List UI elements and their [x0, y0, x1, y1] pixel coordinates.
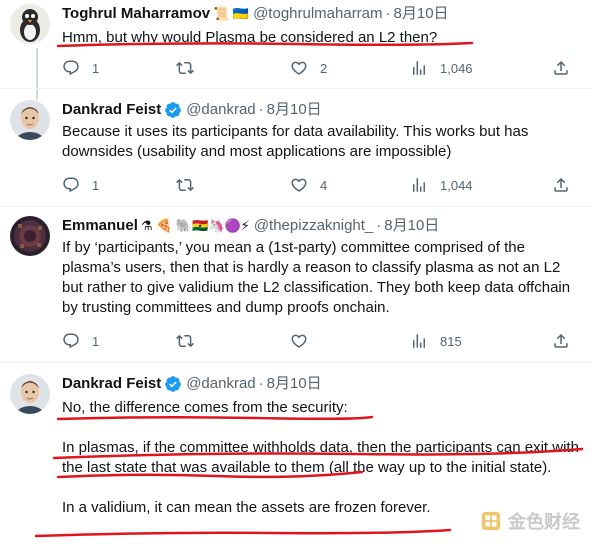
author-name[interactable]: Emmanuel: [62, 216, 138, 236]
like-button[interactable]: 4: [290, 176, 327, 194]
divider: [0, 206, 592, 207]
tweet-2-actions: 1 4 1,044: [62, 175, 582, 195]
tweet-header: Dankrad Feist @dankrad · 8月10日: [62, 100, 584, 120]
verified-badge-icon: [165, 102, 182, 118]
tweet-3-actions: 1 815: [62, 331, 582, 351]
tweet-text-line-1: No, the difference comes from the securi…: [62, 399, 348, 416]
views-button[interactable]: 1,046: [410, 59, 473, 77]
view-count: 815: [440, 333, 462, 349]
tweet-date[interactable]: 8月10日: [267, 374, 322, 394]
avatar-portrait-icon: [10, 100, 50, 140]
tweet-1-actions: 1 2 1,046: [62, 58, 582, 78]
tweet-text: Hmm, but why would Plasma be considered …: [62, 29, 438, 46]
author-name[interactable]: Toghrul Maharramov: [62, 4, 210, 24]
avatar[interactable]: [10, 216, 50, 256]
avatar-portrait-icon: [10, 374, 50, 414]
tweet-date[interactable]: 8月10日: [384, 216, 439, 236]
divider: [0, 88, 592, 89]
view-count: 1,044: [440, 177, 473, 193]
avatar[interactable]: [10, 4, 50, 44]
watermark: 金色财经: [480, 508, 580, 534]
retweet-icon: [176, 334, 194, 348]
tweet-header: Toghrul Maharramov 📜 🇺🇦 @toghrulmaharram…: [62, 4, 584, 24]
view-count: 1,046: [440, 60, 473, 76]
like-button[interactable]: 2: [290, 59, 327, 77]
views-button[interactable]: 815: [410, 332, 462, 350]
author-badges: 📜 🇺🇦: [213, 6, 250, 21]
reply-count: 1: [92, 177, 100, 193]
views-button[interactable]: 1,044: [410, 176, 473, 194]
reply-button[interactable]: 1: [62, 332, 99, 350]
reply-count: 1: [92, 60, 100, 76]
reply-icon: [63, 60, 79, 76]
retweet-button[interactable]: [176, 176, 194, 194]
share-button[interactable]: [552, 176, 570, 194]
watermark-logo-icon: [481, 511, 501, 531]
avatar[interactable]: [10, 374, 50, 414]
retweet-icon: [176, 61, 194, 75]
reply-button[interactable]: 1: [62, 59, 99, 77]
separator-dot: ·: [258, 375, 264, 392]
reply-button[interactable]: 1: [62, 176, 99, 194]
reply-icon: [63, 177, 79, 193]
views-chart-icon: [413, 61, 425, 75]
separator-dot: ·: [385, 5, 391, 22]
retweet-button[interactable]: [176, 332, 194, 350]
tweet-date[interactable]: 8月10日: [267, 100, 322, 120]
reply-count: 1: [92, 333, 100, 349]
author-badges: ⚗ 🍕 🐘🇬🇭🦄🟣⚡: [140, 218, 250, 233]
retweet-button[interactable]: [176, 59, 194, 77]
tweet-header: Emmanuel ⚗ 🍕 🐘🇬🇭🦄🟣⚡ @thepizzaknight_ · 8…: [62, 216, 584, 236]
author-handle[interactable]: @toghrulmaharram: [253, 4, 382, 24]
like-count: 2: [320, 60, 328, 76]
author-name[interactable]: Dankrad Feist: [62, 100, 161, 120]
views-chart-icon: [413, 178, 425, 192]
like-count: 4: [320, 177, 328, 193]
retweet-icon: [176, 178, 194, 192]
reply-icon: [63, 333, 79, 349]
author-name[interactable]: Dankrad Feist: [62, 374, 161, 394]
share-button[interactable]: [552, 332, 570, 350]
author-handle[interactable]: @dankrad: [186, 100, 255, 120]
share-icon: [554, 333, 568, 348]
views-chart-icon: [413, 334, 425, 348]
share-icon: [554, 60, 568, 75]
heart-icon: [291, 178, 307, 192]
share-button[interactable]: [552, 59, 570, 77]
like-button[interactable]: [290, 332, 308, 350]
separator-dot: ·: [376, 217, 382, 234]
heart-icon: [291, 61, 307, 75]
tweet-text-paragraph-2: In plasmas, if the committee withholds d…: [62, 439, 584, 476]
separator-dot: ·: [258, 101, 264, 118]
heart-icon: [291, 334, 307, 348]
avatar-pixel-art-icon: [10, 216, 50, 256]
verified-badge-icon: [165, 376, 182, 392]
tweet-text: If by ‘participants,’ you mean a (1st-pa…: [62, 239, 575, 316]
avatar[interactable]: [10, 100, 50, 140]
share-icon: [554, 177, 568, 192]
author-handle[interactable]: @thepizzaknight_: [254, 216, 373, 236]
tweet-header: Dankrad Feist @dankrad · 8月10日: [62, 374, 584, 394]
watermark-text: 金色财经: [508, 512, 580, 532]
author-handle[interactable]: @dankrad: [186, 374, 255, 394]
divider: [0, 362, 592, 363]
tweet-text: Because it uses its participants for dat…: [62, 123, 533, 160]
tweet-date[interactable]: 8月10日: [394, 4, 449, 24]
avatar-penguin-icon: [10, 4, 50, 44]
